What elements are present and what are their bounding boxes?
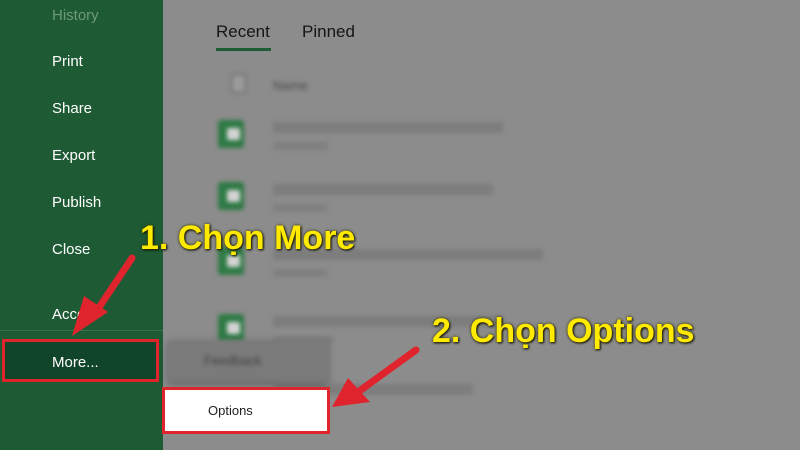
annotation-step-2: 2. Chọn Options [432,312,695,350]
annotation-step-1: 1. Chọn More [140,219,356,257]
annotation-arrows [72,254,420,407]
arrow-to-more [72,254,136,336]
arrow-to-options [332,346,420,407]
